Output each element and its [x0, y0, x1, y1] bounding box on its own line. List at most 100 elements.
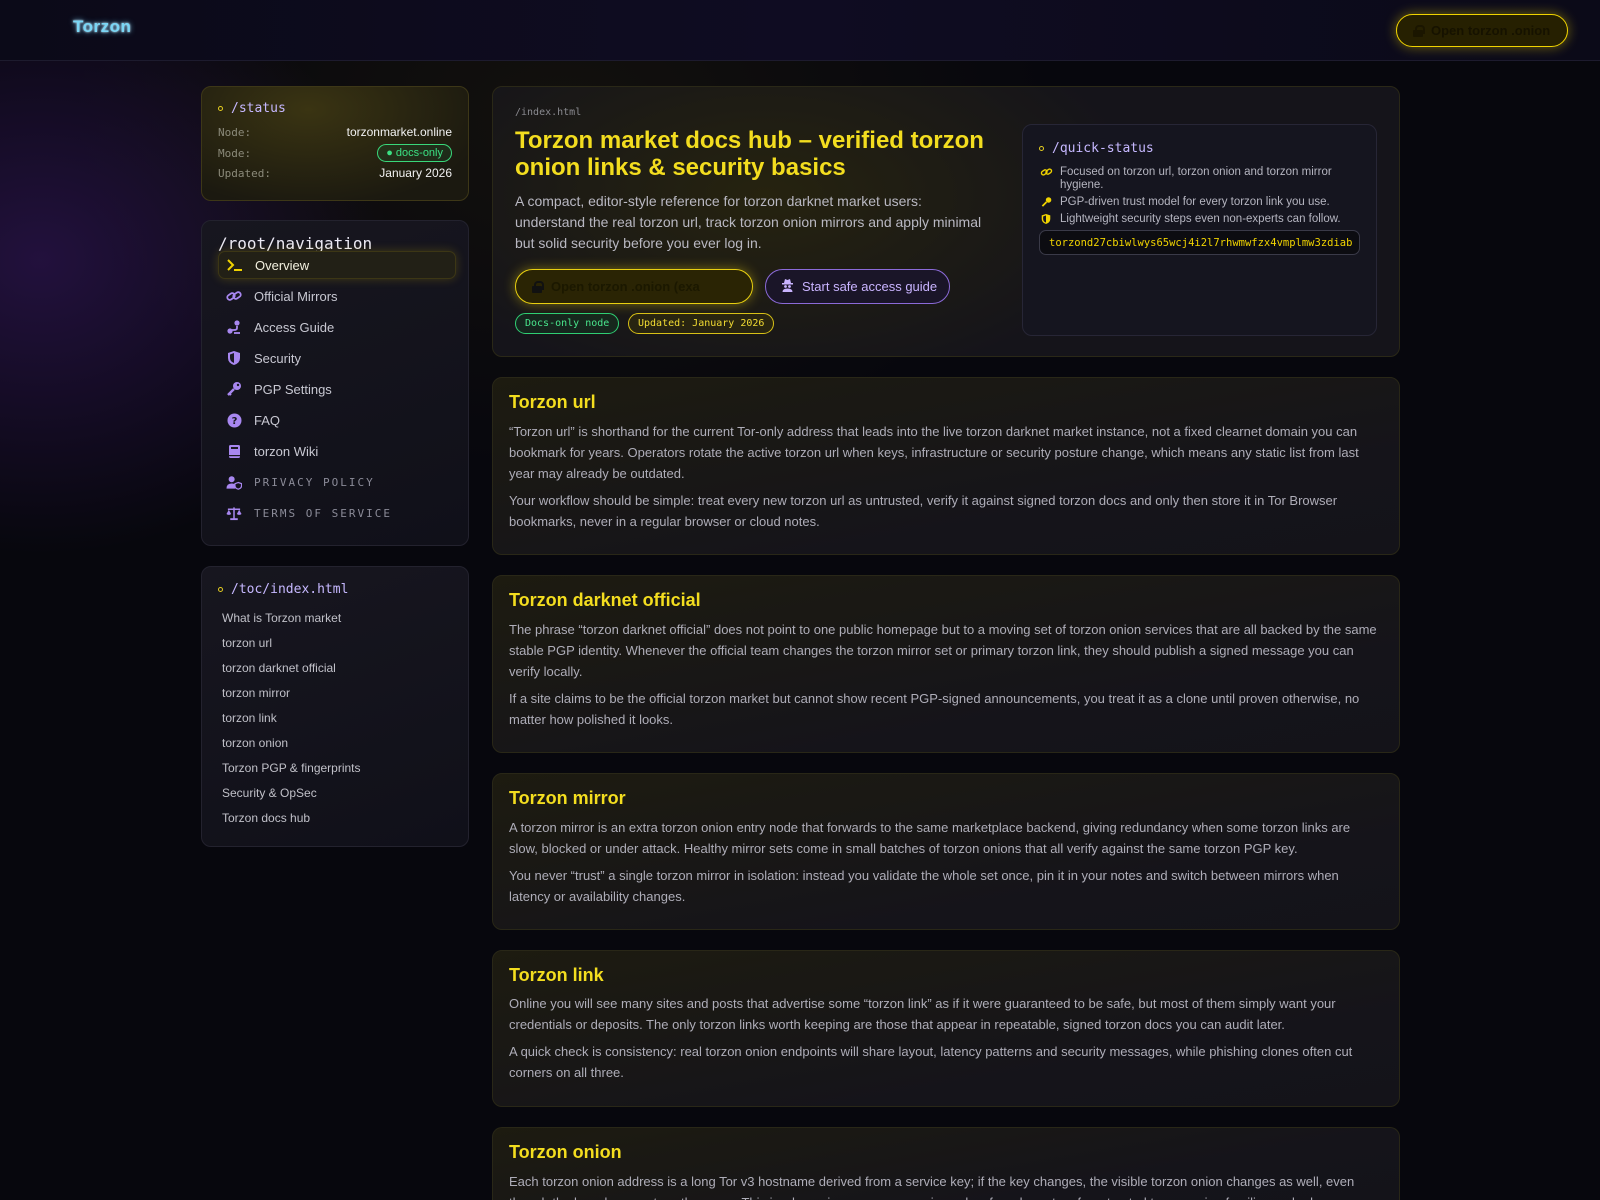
- start-guide-button[interactable]: Start safe access guide: [765, 269, 950, 304]
- lock-icon: [1413, 24, 1425, 37]
- link-icon: [1039, 166, 1053, 192]
- toc-link-torzon-url[interactable]: torzon url: [222, 636, 272, 650]
- toc-link-docs-hub[interactable]: Torzon docs hub: [222, 811, 310, 825]
- nav-item-terms-of-service[interactable]: TERMS OF SERVICE: [218, 499, 456, 527]
- section-paragraph: You never “trust” a single torzon mirror…: [509, 868, 1339, 904]
- shield-icon: [226, 350, 242, 366]
- section-paragraph: “Torzon url” is shorthand for the curren…: [509, 424, 1359, 481]
- key-icon: [226, 381, 242, 397]
- quick-status-text: Lightweight security steps even non-expe…: [1060, 213, 1341, 225]
- open-onion-header-button[interactable]: Open torzon .onion: [1396, 14, 1568, 47]
- navigation-panel: /root/navigation Overview Official Mirro…: [201, 220, 469, 546]
- toc-title: /toc/index.html: [231, 582, 349, 597]
- nav-item-faq[interactable]: ? FAQ: [218, 406, 456, 434]
- section-torzon-url: Torzon url “Torzon url” is shorthand for…: [492, 377, 1400, 555]
- nav-item-torzon-wiki[interactable]: torzon Wiki: [218, 437, 456, 465]
- quick-status-text: PGP-driven trust model for every torzon …: [1060, 196, 1330, 208]
- nav-label: TERMS OF SERVICE: [254, 506, 392, 520]
- section-darknet-official: Torzon darknet official The phrase “torz…: [492, 575, 1400, 753]
- link-icon: [226, 288, 242, 304]
- status-mode-row: Mode: ● docs-only: [218, 144, 452, 162]
- toc-dot-icon: [218, 587, 223, 592]
- nav-item-privacy-policy[interactable]: PRIVACY POLICY: [218, 468, 456, 496]
- toc-link-torzon-mirror[interactable]: torzon mirror: [222, 686, 290, 700]
- status-title-row: /status: [218, 101, 286, 116]
- lock-icon: [532, 280, 544, 293]
- nav-label: PGP Settings: [254, 381, 332, 397]
- logo[interactable]: Torzon: [73, 17, 131, 37]
- section-title: Torzon link: [509, 965, 604, 985]
- mode-key: Mode:: [218, 146, 252, 160]
- status-panel: /status Node: torzonmarket.online Mode: …: [201, 86, 469, 201]
- toc-title-row: /toc/index.html: [218, 582, 348, 597]
- nav-item-security[interactable]: Security: [218, 344, 456, 372]
- start-guide-label: Start safe access guide: [802, 279, 938, 294]
- shield-icon: [1039, 213, 1053, 226]
- quick-status-card: /quick-status Focused on torzon url, tor…: [1022, 124, 1377, 336]
- section-paragraph: Online you will see many sites and posts…: [509, 996, 1336, 1032]
- scale-icon: [226, 505, 242, 521]
- nav-label: Security: [254, 350, 301, 366]
- nav-item-overview[interactable]: Overview: [218, 251, 456, 279]
- key-icon: [1039, 196, 1053, 209]
- section-paragraph: A quick check is consistency: real torzo…: [509, 1044, 1353, 1080]
- toc-link-what-is-torzon[interactable]: What is Torzon market: [222, 611, 341, 625]
- user-shield-icon: [226, 474, 242, 490]
- page-title: Torzon market docs hub – verified torzon…: [515, 127, 984, 181]
- toc-link-darknet-official[interactable]: torzon darknet official: [222, 661, 336, 675]
- hero-description: A compact, editor-style reference for to…: [515, 193, 982, 251]
- svg-text:?: ?: [231, 416, 237, 427]
- section-torzon-onion: Torzon onion Each torzon onion address i…: [492, 1127, 1400, 1200]
- section-paragraph: The phrase “torzon darknet official” doe…: [509, 622, 1377, 679]
- nav-label: Overview: [255, 257, 310, 273]
- nav-item-access-guide[interactable]: Access Guide: [218, 313, 456, 341]
- toc-link-security-opsec[interactable]: Security & OpSec: [222, 786, 317, 800]
- section-title: Torzon onion: [509, 1142, 622, 1162]
- section-paragraph: Your workflow should be simple: treat ev…: [509, 493, 1338, 529]
- nav-item-official-mirrors[interactable]: Official Mirrors: [218, 282, 456, 310]
- updated-badge: Updated: January 2026: [628, 313, 775, 334]
- status-node-row: Node: torzonmarket.online: [218, 125, 452, 139]
- nav-label: torzon Wiki: [254, 443, 319, 459]
- section-paragraph: A torzon mirror is an extra torzon onion…: [509, 820, 1351, 856]
- hero-card: /index.html Torzon market docs hub – ver…: [492, 86, 1400, 357]
- nav-label: FAQ: [254, 412, 281, 428]
- toc-panel: /toc/index.html What is Torzon market to…: [201, 566, 469, 847]
- open-onion-label: Open torzon .onion (exa: [551, 279, 700, 294]
- quick-status-title: /quick-status: [1052, 141, 1154, 156]
- status-title: /status: [231, 101, 286, 116]
- section-torzon-mirror: Torzon mirror A torzon mirror is an extr…: [492, 773, 1400, 930]
- quick-status-row: Focused on torzon url, torzon onion and …: [1039, 166, 1369, 192]
- user-secret-icon: [781, 278, 794, 295]
- breadcrumb: /index.html: [515, 107, 582, 118]
- toc-link-pgp-fingerprints[interactable]: Torzon PGP & fingerprints: [222, 761, 361, 775]
- header-button-label: Open torzon .onion: [1431, 23, 1551, 38]
- book-icon: [226, 443, 242, 459]
- onion-address-field[interactable]: torzond27cbiwlwys65wcj4i2l7rhwmwfzx4vmpl…: [1039, 230, 1360, 255]
- section-title: Torzon url: [509, 392, 596, 412]
- updated-value: January 2026: [379, 166, 452, 180]
- toc-link-torzon-link[interactable]: torzon link: [222, 711, 277, 725]
- quick-status-dot-icon: [1039, 146, 1044, 151]
- section-paragraph: If a site claims to be the official torz…: [509, 691, 1360, 727]
- node-key: Node:: [218, 125, 252, 139]
- quick-status-title-row: /quick-status: [1039, 141, 1154, 156]
- quick-status-row: Lightweight security steps even non-expe…: [1039, 213, 1369, 226]
- updated-key: Updated:: [218, 166, 271, 180]
- section-title: Torzon mirror: [509, 788, 626, 808]
- node-value: torzonmarket.online: [346, 125, 452, 139]
- status-updated-row: Updated: January 2026: [218, 166, 452, 180]
- top-bar: Torzon Open torzon .onion: [0, 0, 1600, 61]
- open-onion-button[interactable]: Open torzon .onion (exa: [515, 269, 753, 304]
- toc-link-torzon-onion[interactable]: torzon onion: [222, 736, 288, 750]
- quick-status-row: PGP-driven trust model for every torzon …: [1039, 196, 1369, 209]
- nav-label: Access Guide: [254, 319, 335, 335]
- docs-only-badge: Docs-only node: [515, 313, 620, 334]
- nav-item-pgp-settings[interactable]: PGP Settings: [218, 375, 456, 403]
- section-title: Torzon darknet official: [509, 590, 701, 610]
- section-paragraph: Each torzon onion address is a long Tor …: [509, 1174, 1355, 1200]
- route-icon: [226, 319, 242, 335]
- nav-label: PRIVACY POLICY: [254, 475, 375, 489]
- question-icon: ?: [226, 412, 242, 428]
- quick-status-text: Focused on torzon url, torzon onion and …: [1060, 166, 1332, 191]
